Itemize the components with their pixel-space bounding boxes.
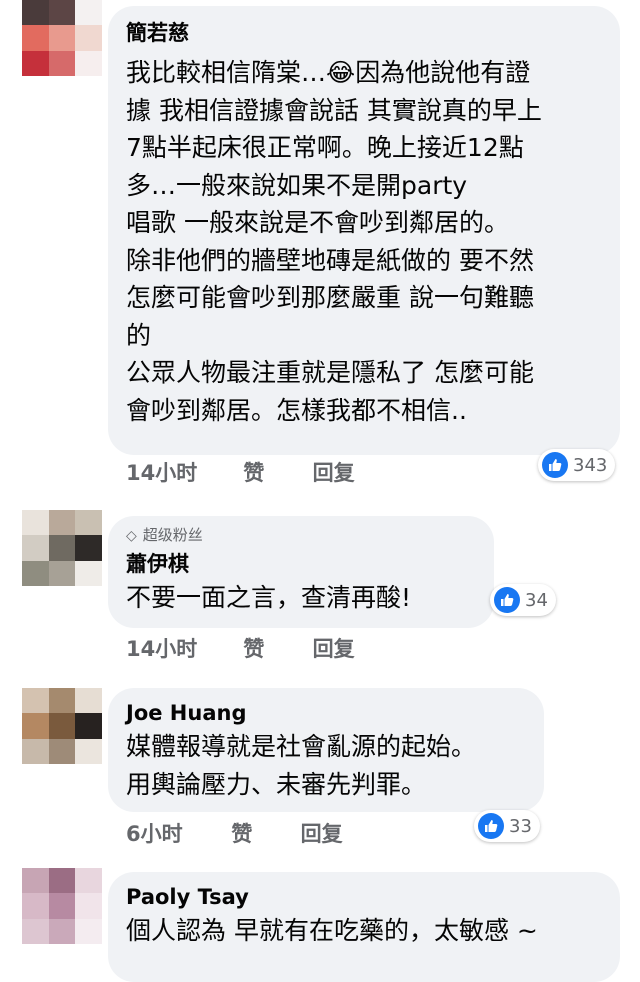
comment-line: 除非他們的牆壁地磚是紙做的 要不然 xyxy=(126,245,534,275)
avatar-tile xyxy=(22,535,49,561)
avatar-tile xyxy=(75,868,102,894)
avatar-tile xyxy=(75,535,102,561)
comment-text: 個人認為 早就有在吃藥的，太敏感 ~ xyxy=(126,912,598,950)
comment-author[interactable]: 簡若慈 xyxy=(126,20,598,46)
reaction-count-badge[interactable]: 343 xyxy=(538,449,616,481)
comment-line: 7點半起床很正常啊。晚上接近12點 xyxy=(126,133,524,162)
avatar-tile xyxy=(48,713,76,739)
avatar-tile xyxy=(75,560,102,586)
reaction-count: 33 xyxy=(509,815,532,837)
comment-line: 的 xyxy=(126,320,152,350)
reaction-count-badge[interactable]: 34 xyxy=(490,584,556,616)
avatar-tile xyxy=(22,918,49,944)
comment-line: 唱歌 一般來說是不會吵到鄰居的。 xyxy=(126,208,509,237)
avatar-tile xyxy=(22,893,49,919)
avatar-tile xyxy=(48,25,76,51)
reply-button[interactable]: 回复 xyxy=(313,636,355,662)
avatar-tile xyxy=(75,0,102,26)
comment-bubble: ◇ 超级粉丝 蕭伊棋 不要一面之言，查清再酸! xyxy=(108,516,494,628)
comment-text: 我比較相信隋棠…😂因為他說他有證 據 我相信證據會說話 其實說真的早上 7點半起… xyxy=(126,54,598,429)
comment-line: 怎麼可能會吵到那麼嚴重 說一句難聽 xyxy=(126,283,534,312)
comment-line: 據 我相信證據會說話 其實說真的早上 xyxy=(126,95,542,125)
avatar-tile xyxy=(75,25,102,51)
reply-button[interactable]: 回复 xyxy=(301,821,343,847)
avatar-tile xyxy=(22,0,49,26)
avatar-tile xyxy=(48,0,76,26)
comment-text: 媒體報導就是社會亂源的起始。 用輿論壓力、未審先判罪。 xyxy=(126,728,522,803)
comment-line: 多…一般來說如果不是開party xyxy=(126,170,468,200)
avatar-tile xyxy=(22,868,49,894)
like-button[interactable]: 赞 xyxy=(243,460,305,486)
comment-bubble: 簡若慈 我比較相信隋棠…😂因為他說他有證 據 我相信證據會說話 其實說真的早上 … xyxy=(108,6,620,455)
avatar-tile xyxy=(75,50,102,76)
avatar-tile xyxy=(22,713,49,739)
diamond-icon: ◇ xyxy=(126,528,137,544)
comment-actions: 14小时 赞 回复 xyxy=(126,460,355,486)
top-fan-badge: 超级粉丝 xyxy=(142,526,203,544)
avatar-tile xyxy=(75,713,102,739)
avatar[interactable] xyxy=(22,868,102,944)
comment-actions: 14小时 赞 回复 xyxy=(126,636,355,662)
avatar-tile xyxy=(75,918,102,944)
avatar-tile xyxy=(22,50,49,76)
reaction-count: 34 xyxy=(525,589,548,611)
badge-row: ◇ 超级粉丝 xyxy=(126,526,472,545)
avatar-tile xyxy=(48,738,76,764)
reaction-count-badge[interactable]: 33 xyxy=(474,810,540,842)
avatar-tile xyxy=(75,893,102,919)
comment-actions: 6小时 赞 回复 xyxy=(126,821,343,847)
comment-line: 我比較相信隋棠…😂因為他說他有證 xyxy=(126,58,531,87)
avatar-tile xyxy=(75,688,102,714)
comment-line: 公眾人物最注重就是隱私了 怎麼可能 xyxy=(126,358,534,387)
avatar-tile xyxy=(22,510,49,536)
avatar-tile xyxy=(22,25,49,51)
avatar-tile xyxy=(22,738,49,764)
like-button[interactable]: 赞 xyxy=(231,821,293,847)
comment-bubble: Paoly Tsay 個人認為 早就有在吃藥的，太敏感 ~ xyxy=(108,872,620,982)
avatar-tile xyxy=(22,560,49,586)
avatar-tile xyxy=(48,535,76,561)
comment-line: 媒體報導就是社會亂源的起始。 xyxy=(126,732,477,761)
avatar-tile xyxy=(48,893,76,919)
avatar-tile xyxy=(48,50,76,76)
comment-text: 不要一面之言，查清再酸! xyxy=(126,579,472,617)
comment-line: 不要一面之言，查清再酸! xyxy=(126,583,412,612)
comment-bubble: Joe Huang 媒體報導就是社會亂源的起始。 用輿論壓力、未審先判罪。 xyxy=(108,688,544,812)
like-button[interactable]: 赞 xyxy=(243,636,305,662)
comment-time[interactable]: 14小时 xyxy=(126,460,236,486)
comment-author[interactable]: Joe Huang xyxy=(126,700,522,726)
thumbs-up-icon xyxy=(542,452,568,478)
avatar[interactable] xyxy=(22,0,102,76)
comment-time[interactable]: 6小时 xyxy=(126,821,224,847)
comment-author[interactable]: 蕭伊棋 xyxy=(126,551,472,577)
avatar-tile xyxy=(48,868,76,894)
avatar-tile xyxy=(48,510,76,536)
reply-button[interactable]: 回复 xyxy=(313,460,355,486)
comment-author[interactable]: Paoly Tsay xyxy=(126,884,598,910)
thumbs-up-icon xyxy=(478,813,504,839)
avatar-tile xyxy=(48,688,76,714)
avatar-tile xyxy=(48,918,76,944)
comment-line: 會吵到鄰居。怎樣我都不相信.. xyxy=(126,395,467,425)
avatar-tile xyxy=(22,688,49,714)
avatar-tile xyxy=(75,738,102,764)
avatar[interactable] xyxy=(22,510,102,586)
comment-line: 個人認為 早就有在吃藥的，太敏感 ~ xyxy=(126,916,538,945)
comment-line: 用輿論壓力、未審先判罪。 xyxy=(126,769,427,799)
avatar-tile xyxy=(48,560,76,586)
reaction-count: 343 xyxy=(573,454,608,476)
comment-time[interactable]: 14小时 xyxy=(126,636,236,662)
thumbs-up-icon xyxy=(494,587,520,613)
avatar[interactable] xyxy=(22,688,102,764)
avatar-tile xyxy=(75,510,102,536)
